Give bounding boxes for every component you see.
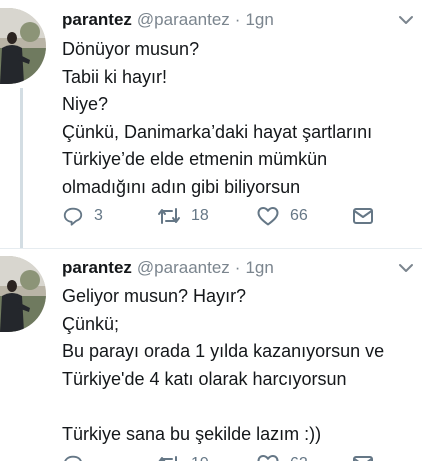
separator-dot: · — [234, 10, 241, 29]
direct-message-button[interactable] — [352, 452, 374, 461]
like-count: 62 — [290, 455, 308, 461]
retweet-button[interactable]: 18 — [157, 204, 209, 228]
chevron-down-icon — [399, 264, 413, 272]
tweet-line: Bu parayı orada 1 yılda kazanıyorsun ve — [62, 341, 385, 361]
like-button[interactable]: 66 — [256, 204, 308, 228]
tweet-actions: 3 18 66 — [62, 204, 392, 228]
avatar[interactable] — [0, 8, 46, 84]
tweet-divider — [0, 248, 422, 249]
reply-icon — [64, 455, 82, 461]
tweet-line: Tabii ki hayır! — [62, 66, 168, 87]
envelope-icon — [353, 208, 373, 224]
tweet-line: Dönüyor musun? — [62, 39, 200, 59]
user-handle[interactable]: @paraantez — [137, 10, 230, 29]
more-options-button[interactable] — [398, 261, 414, 273]
display-name[interactable]: parantez — [62, 10, 132, 29]
tweet-line: Geliyor musun? Hayır? — [62, 286, 247, 306]
tweet-line: Türkiye’de elde etmenin mümkün — [62, 149, 328, 169]
envelope-icon — [353, 456, 373, 461]
tweet[interactable]: parantez @paraantez · 1gn Geliyor musun? Ha… — [0, 250, 422, 461]
tweet-header: parantez @paraantez · 1gn — [62, 257, 274, 279]
tweet-line: Çünkü; — [62, 313, 120, 334]
tweet-line: olmadığını adın gibi biliyorsun — [62, 176, 301, 197]
like-button[interactable]: 62 — [256, 452, 308, 461]
retweet-icon — [158, 208, 180, 224]
chevron-down-icon — [399, 16, 413, 24]
more-options-button[interactable] — [398, 13, 414, 25]
tweet-line: Çünkü, Danimarka’daki hayat şartlarını — [62, 121, 373, 142]
tweet-line: Türkiye sana bu şekilde lazım :)) — [62, 423, 322, 444]
tweet-header: parantez @paraantez · 1gn — [62, 9, 274, 31]
timestamp[interactable]: 1gn — [245, 258, 273, 277]
timestamp[interactable]: 1gn — [245, 10, 273, 29]
heart-icon — [257, 455, 279, 461]
reply-count: 3 — [94, 207, 103, 224]
tweet-actions: 19 62 — [62, 452, 392, 461]
tweet-line: Niye? — [62, 94, 109, 114]
separator-dot: · — [234, 258, 241, 277]
display-name[interactable]: parantez — [62, 258, 132, 277]
tweet-text: Dönüyor musun? Tabii ki hayır! Niye? Çün… — [62, 36, 418, 201]
tweet-text: Geliyor musun? Hayır? Çünkü; Bu parayı o… — [62, 283, 418, 448]
retweet-count: 18 — [191, 207, 209, 224]
tweet-line — [62, 393, 418, 421]
retweet-icon — [158, 456, 177, 461]
user-handle[interactable]: @paraantez — [137, 258, 230, 277]
tweet-line: Türkiye'de 4 katı olarak harcıyorsun — [62, 368, 347, 389]
direct-message-button[interactable] — [352, 204, 374, 228]
thread-line — [20, 88, 23, 248]
reply-button[interactable]: 3 — [62, 204, 103, 228]
heart-icon — [257, 207, 279, 226]
tweet[interactable]: parantez @paraantez · 1gn Dönüyor musun? Ta… — [0, 0, 422, 248]
like-count: 66 — [290, 207, 308, 224]
retweet-count: 19 — [191, 455, 209, 461]
retweet-button[interactable]: 19 — [157, 452, 209, 461]
reply-button[interactable] — [62, 452, 94, 461]
reply-icon — [63, 207, 83, 226]
avatar[interactable] — [0, 256, 46, 332]
